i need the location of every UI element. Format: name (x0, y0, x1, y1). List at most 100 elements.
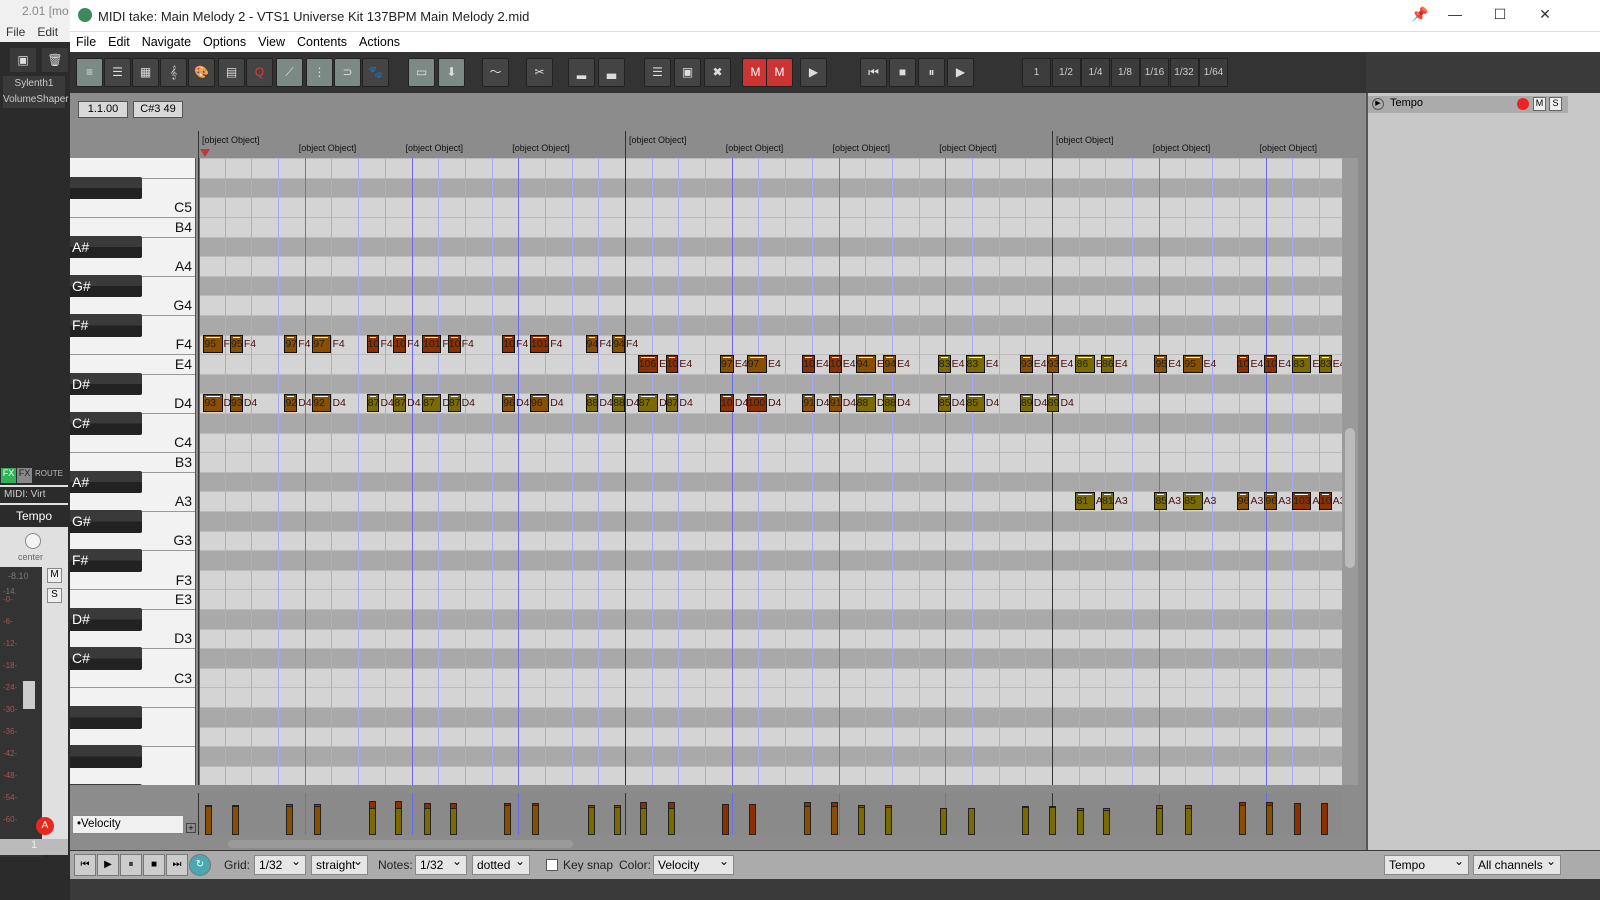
notes-select[interactable]: 1/32 (415, 854, 467, 875)
midi-note[interactable]: 87 (393, 394, 407, 413)
midi-note[interactable]: 96 (529, 394, 550, 413)
grid-type-select[interactable]: straight (311, 854, 368, 875)
named-notes-view-icon[interactable]: ☰ (104, 58, 131, 87)
velocity-bar[interactable] (1077, 809, 1085, 835)
midi-note[interactable]: 103 (1318, 492, 1332, 511)
velocity-bar[interactable] (1238, 804, 1246, 835)
midi-note[interactable]: 87 (665, 394, 679, 413)
midi-note[interactable]: 87 (447, 394, 461, 413)
midi-note[interactable]: 93 (230, 394, 243, 413)
velocity-bar[interactable] (1021, 806, 1029, 835)
minimize-button[interactable]: — (1440, 6, 1470, 22)
division-1-32-button[interactable]: 1/32 (1169, 58, 1199, 87)
humanize-icon[interactable]: 〜 (482, 58, 509, 87)
vertical-scrollbar[interactable] (1342, 158, 1358, 785)
loop-snap-icon[interactable]: ⊃ (334, 58, 361, 87)
black-key[interactable]: G# (70, 274, 142, 298)
add-lane-button[interactable]: + (186, 823, 196, 833)
velocity-bar[interactable] (531, 804, 539, 835)
midi-note[interactable]: 86 (1101, 355, 1114, 373)
timeline-ruler[interactable]: [object Object] [object Object] [object Ob… (198, 93, 1342, 158)
velocity-bar[interactable] (857, 807, 865, 835)
midi-note[interactable]: 100 (746, 394, 767, 413)
midi-note[interactable]: 101 (502, 335, 516, 354)
midi-note[interactable]: 95 (1154, 355, 1168, 373)
midi-note[interactable]: 104 (802, 355, 815, 373)
midi-note[interactable]: 97 (746, 355, 767, 373)
cc-curves-icon[interactable]: ⟋ (276, 58, 303, 87)
midi-note[interactable]: 85 (965, 394, 985, 413)
midi-note[interactable]: 83 (937, 355, 951, 373)
midi-note[interactable]: 103 (1292, 492, 1312, 511)
velocity-bar[interactable] (1320, 802, 1328, 835)
midi-note[interactable]: 92 (284, 394, 298, 413)
midi-note[interactable]: 89 (1046, 394, 1060, 413)
menu-view[interactable]: View (252, 32, 291, 49)
velocity-bar[interactable] (748, 803, 756, 835)
midi-note[interactable]: 87 (366, 394, 380, 413)
midi-note[interactable]: 106 (665, 355, 679, 373)
velocity-bar[interactable] (232, 805, 240, 835)
velocity-bar[interactable] (368, 807, 376, 835)
play-button[interactable]: ▶ (97, 854, 119, 876)
midi-note[interactable]: 83 (965, 355, 985, 373)
midi-note[interactable]: 85 (1183, 492, 1203, 511)
midi-note[interactable]: 106 (1264, 355, 1278, 373)
midi-note[interactable]: 93 (203, 394, 223, 413)
piano-roll-view-icon[interactable]: ≡ (76, 58, 103, 87)
midi-note[interactable]: 89 (1019, 394, 1033, 413)
velocity-bar[interactable] (587, 807, 595, 835)
drum-grid-view-icon[interactable]: ▦ (132, 58, 159, 87)
midi-note[interactable]: 100 (720, 394, 734, 413)
division-1-button[interactable]: 1 (1022, 58, 1051, 87)
automation-button[interactable]: A (36, 817, 54, 835)
black-key[interactable]: F# (70, 549, 142, 572)
midi-note[interactable]: 85 (937, 394, 951, 413)
main-menu-file[interactable]: File (6, 25, 25, 39)
velocity-bar[interactable] (939, 808, 947, 835)
pin-icon[interactable]: 📌 (1405, 6, 1435, 23)
select-tool-icon[interactable]: ✂ (526, 58, 553, 87)
velocity-bar[interactable] (449, 807, 457, 835)
solo-button[interactable]: S (47, 588, 62, 603)
skip-end-button[interactable]: ⏭ (166, 854, 188, 876)
midi-note[interactable]: 108 (366, 335, 380, 354)
velocity-bar[interactable] (314, 806, 322, 835)
black-key[interactable]: G# (70, 510, 142, 533)
color-select[interactable]: Velocity (653, 854, 734, 875)
velocity-bar[interactable] (885, 807, 893, 835)
velocity-bar[interactable] (395, 807, 403, 835)
pause-button[interactable]: ⏸ (918, 58, 945, 87)
maximize-button[interactable]: ☐ (1485, 6, 1515, 23)
channel-select[interactable]: All channels (1473, 854, 1561, 875)
black-key[interactable] (70, 784, 142, 785)
velocity-lane[interactable] (198, 793, 1342, 835)
division-1-4-button[interactable]: 1/4 (1081, 58, 1110, 87)
midi-note[interactable]: 101 (422, 335, 442, 354)
piano-keyboard[interactable]: A# G# F# D# C# A# G# F# D# C# C5 B4 A4 G4 F4 E4 D4 C4 B3 A3… (70, 158, 196, 785)
velocity-bar[interactable] (967, 808, 975, 835)
black-key[interactable]: A# (70, 235, 142, 259)
midi-note[interactable]: 96 (1236, 492, 1250, 511)
midi-note[interactable]: 85 (1154, 492, 1168, 511)
route-button[interactable]: ROUTE (35, 469, 63, 478)
delete-notes-icon[interactable]: ✖ (704, 58, 731, 87)
step-input-icon[interactable]: ⬇ (438, 58, 465, 87)
black-key[interactable]: C# (70, 412, 142, 435)
skip-start-button[interactable]: ⏮ (74, 854, 96, 876)
mute-button[interactable]: M (47, 568, 62, 583)
velocity-bar[interactable] (1266, 804, 1274, 835)
division-1-2-button[interactable]: 1/2 (1051, 58, 1081, 87)
export-icon[interactable]: ▶ (800, 58, 827, 87)
midi-note[interactable]: 83 (1318, 355, 1332, 373)
notation-view-icon[interactable]: 𝄞 (160, 58, 187, 87)
fx-button[interactable]: FX (1, 468, 16, 483)
quantize-Q-icon[interactable]: Q (246, 58, 273, 87)
pan-knob[interactable] (25, 533, 41, 549)
menu-edit[interactable]: Edit (102, 32, 136, 49)
menu-actions[interactable]: Actions (353, 32, 406, 49)
vertical-scroll-thumb[interactable] (1345, 428, 1355, 568)
midi-note[interactable]: 96 (502, 394, 516, 413)
midi-note[interactable]: 106 (1236, 355, 1250, 373)
velocity-bar[interactable] (286, 806, 294, 835)
